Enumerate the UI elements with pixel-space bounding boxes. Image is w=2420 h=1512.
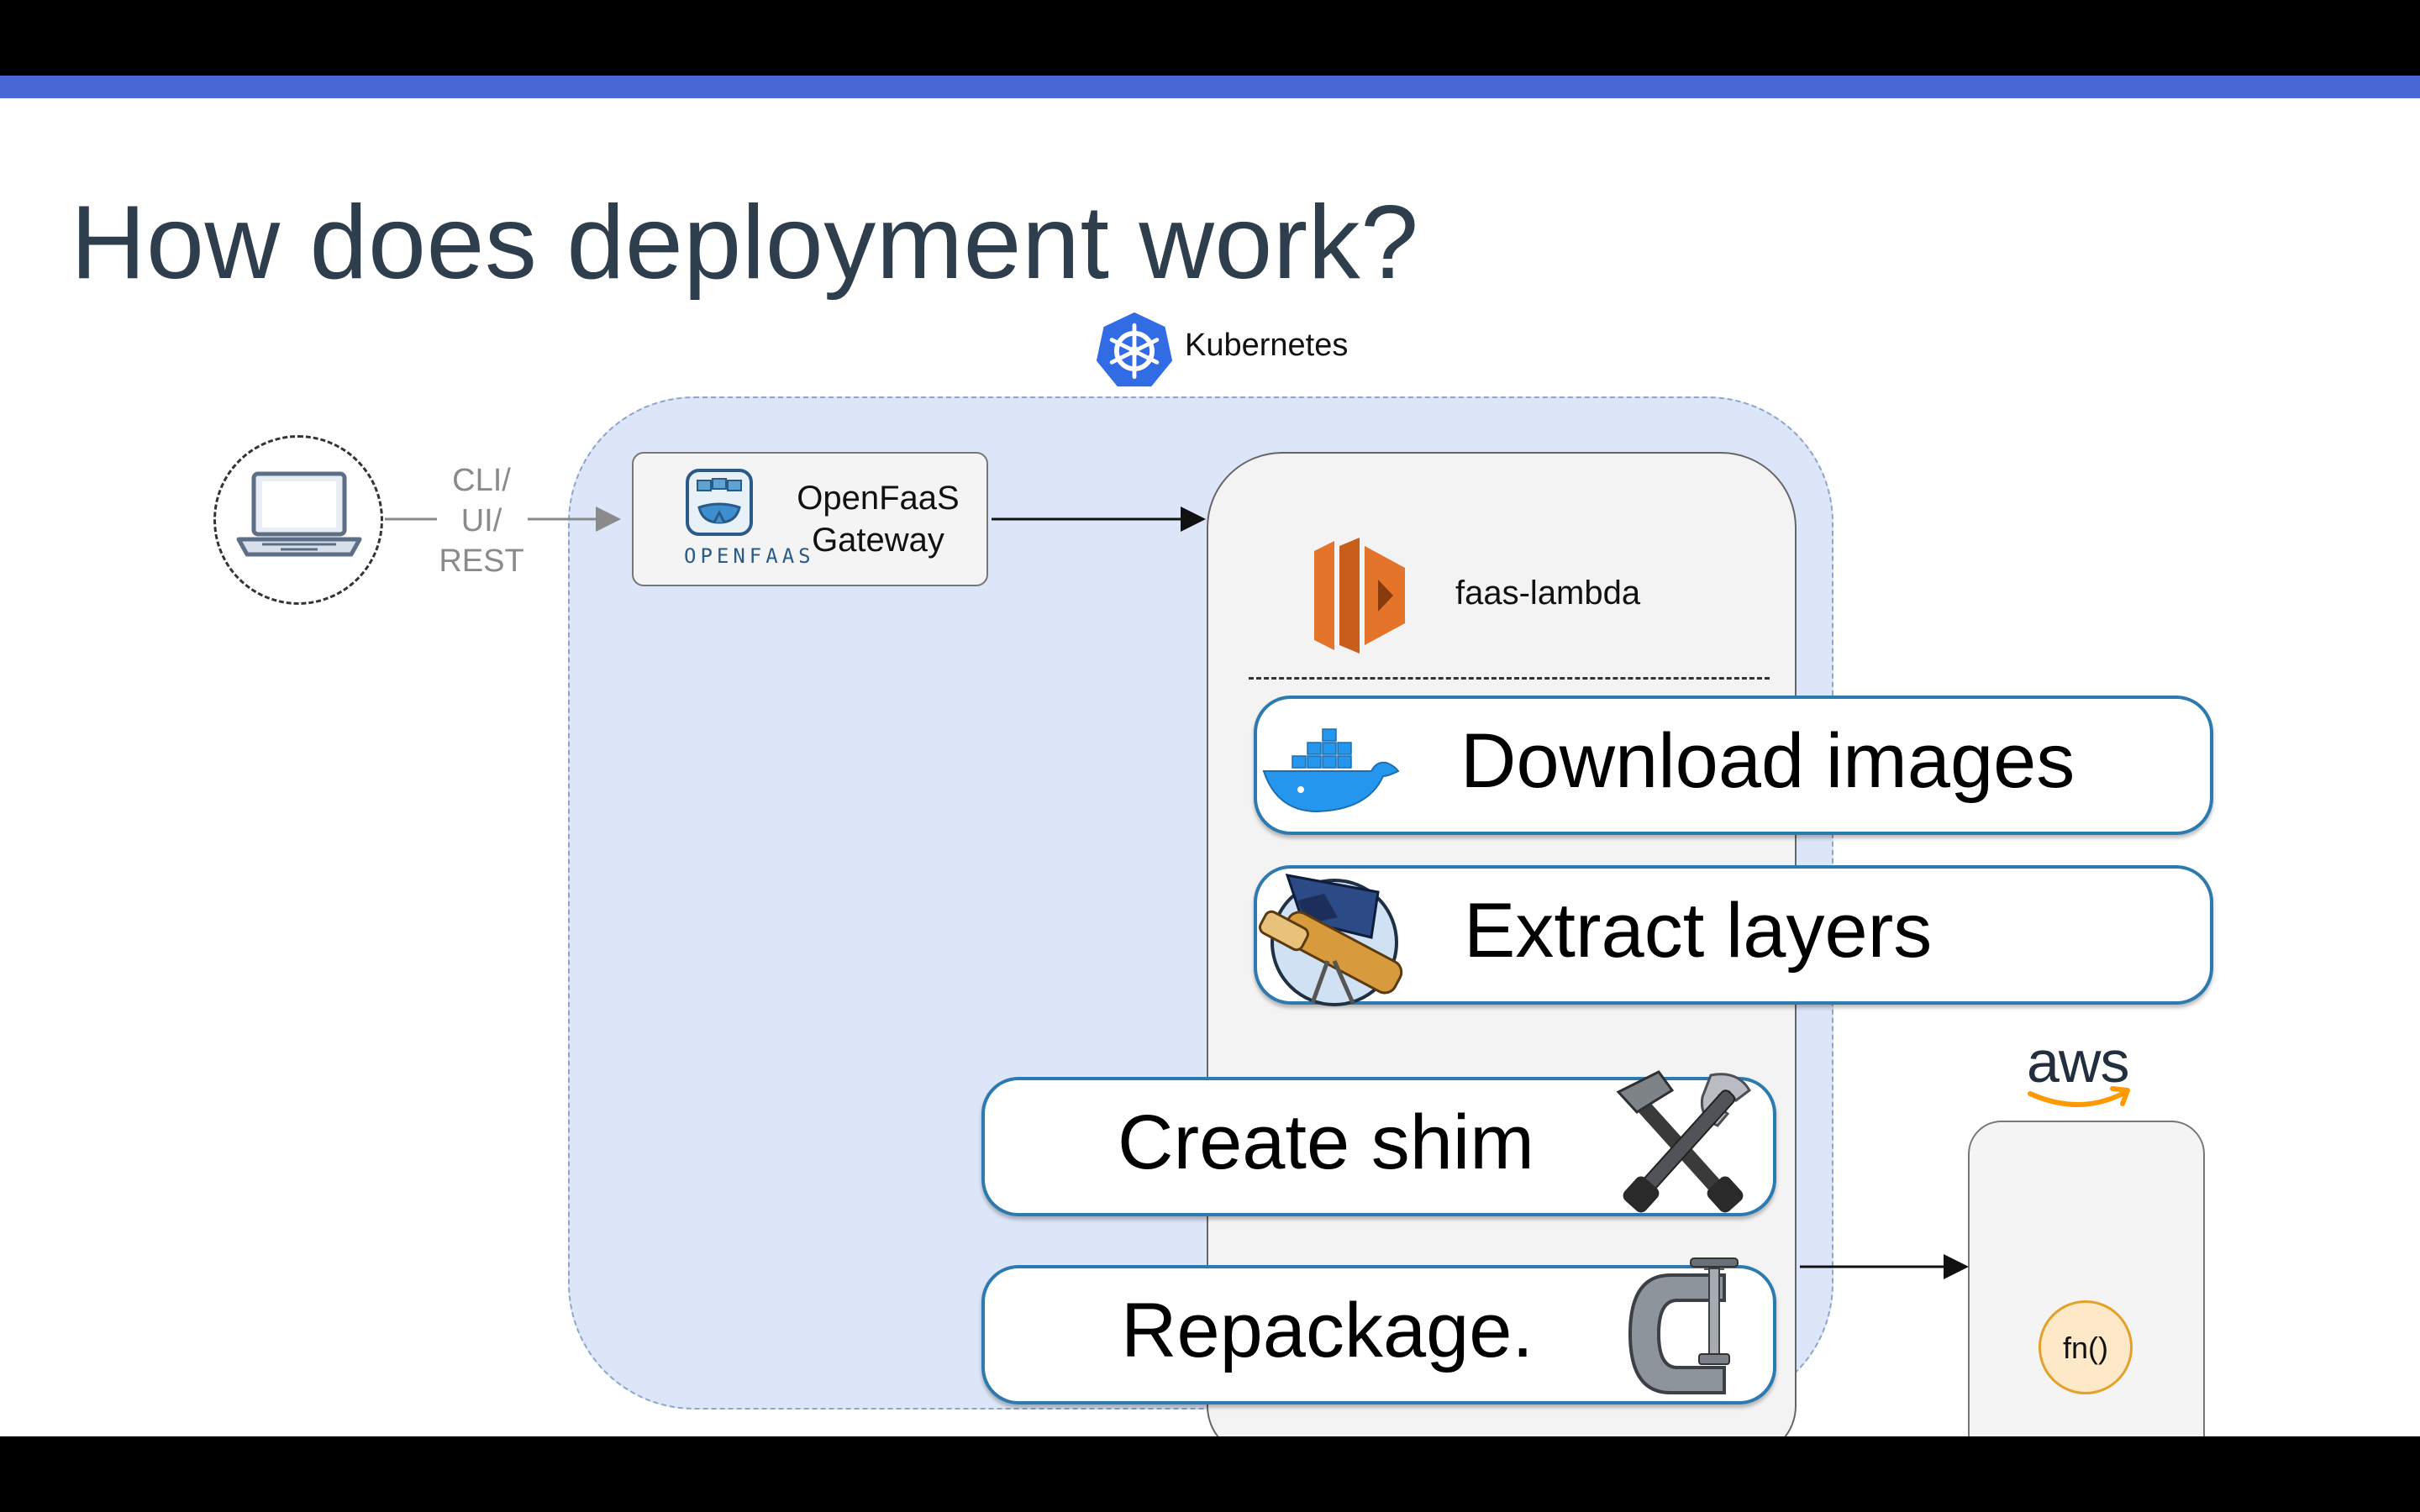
step-shim-label: Create shim bbox=[1118, 1100, 1534, 1185]
gateway-label: OpenFaaS Gateway bbox=[797, 480, 960, 559]
function-label: fn() bbox=[2063, 1331, 2108, 1365]
faas-lambda-label: faas-lambda bbox=[1455, 575, 1641, 612]
kubernetes-label: Kubernetes bbox=[1185, 328, 1349, 363]
c-clamp-icon bbox=[1628, 1257, 1739, 1394]
hammer-wrench-icon bbox=[1616, 1070, 1751, 1213]
kubernetes-icon bbox=[1096, 312, 1173, 387]
laptop-icon bbox=[236, 471, 362, 557]
lambda-divider bbox=[1249, 677, 1770, 680]
telescope-icon bbox=[1259, 874, 1403, 1006]
slide: How does deployment work? Kubernetes CLI… bbox=[0, 76, 2420, 1436]
aws-smile-icon bbox=[2028, 1086, 2130, 1107]
aws-lambda-icon bbox=[1314, 538, 1405, 654]
accent-bar bbox=[0, 76, 2420, 98]
step-download-label: Download images bbox=[1460, 718, 2075, 804]
slide-title: How does deployment work? bbox=[71, 185, 1419, 301]
openfaas-whale-icon bbox=[686, 469, 753, 536]
step-repackage-label: Repackage. bbox=[1121, 1288, 1534, 1373]
transport-label: CLI/ UI/ REST bbox=[439, 463, 524, 579]
step-extract-label: Extract layers bbox=[1464, 888, 1933, 974]
docker-whale-icon bbox=[1262, 728, 1400, 813]
